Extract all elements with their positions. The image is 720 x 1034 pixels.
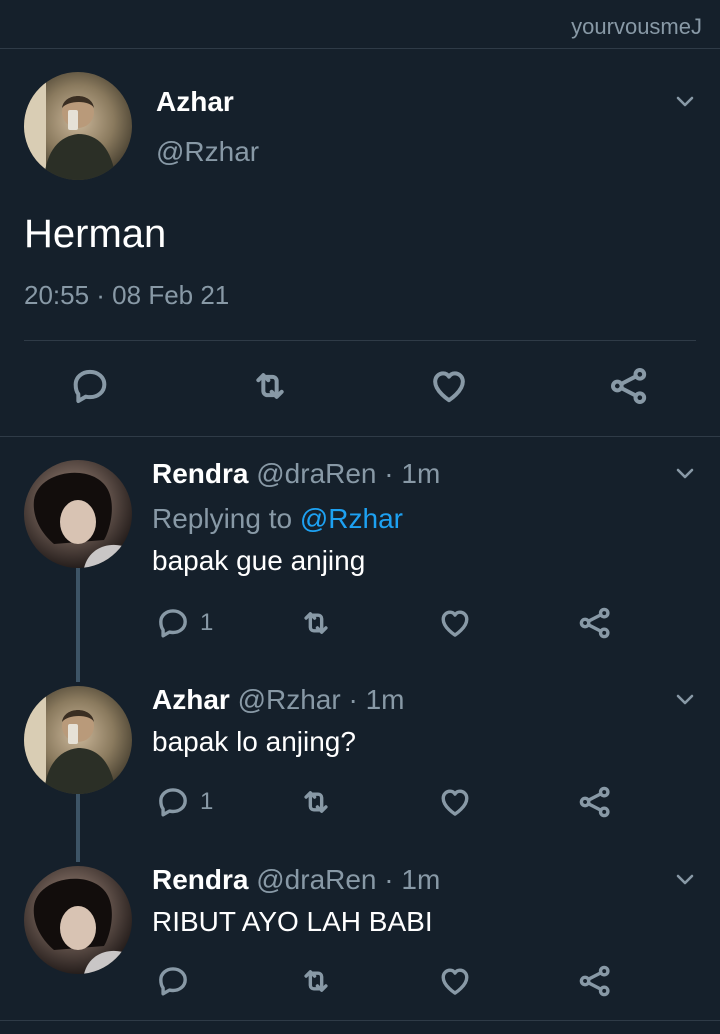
chevron-down-icon[interactable] [672,686,698,712]
author-handle[interactable]: @Rzhar [156,136,259,168]
like-button[interactable] [438,964,472,998]
heart-icon [438,964,472,998]
divider [24,340,696,341]
retweet-icon [248,366,292,406]
reply-button[interactable]: 1 [156,606,213,640]
reply-icon [156,606,190,640]
replying-label: Replying to [152,503,293,534]
thread-line [76,794,80,862]
top-bar: yourvousmeJ [0,0,720,49]
reply-button[interactable]: 1 [156,785,213,819]
reply-author-handle[interactable]: @draRen [256,864,376,895]
share-button[interactable] [578,606,612,640]
divider [0,1020,720,1021]
reply-button[interactable] [156,964,190,998]
retweet-button[interactable] [298,964,334,998]
reply-count: 1 [200,609,214,636]
reply-time: · 1m [348,684,405,715]
reply-author-name[interactable]: Rendra [152,458,248,489]
share-icon [608,366,650,406]
share-button[interactable] [578,785,612,819]
reply-author-handle[interactable]: @draRen [256,458,376,489]
divider [0,436,720,437]
chevron-down-icon[interactable] [672,866,698,892]
watermark-text: yourvousmeJ [571,14,702,39]
reply-header: Rendra @draRen · 1m [152,864,440,896]
reply-icon [156,785,190,819]
reply-time: · 1m [384,458,441,489]
share-icon [578,785,612,819]
reply-author-name[interactable]: Rendra [152,864,248,895]
retweet-icon [298,606,334,640]
retweet-button[interactable] [298,606,334,640]
heart-icon [438,785,472,819]
heart-icon [438,606,472,640]
chevron-down-icon[interactable] [672,460,698,486]
reply-button[interactable] [70,366,110,406]
like-button[interactable] [438,785,472,819]
reply-text: bapak lo anjing? [152,726,356,757]
share-icon [578,606,612,640]
like-button[interactable] [438,606,472,640]
reply-author-handle[interactable]: @Rzhar [238,684,341,715]
avatar[interactable] [24,866,132,974]
avatar[interactable] [24,460,132,568]
tweet-text: Herman [24,212,167,256]
reply-icon [156,964,190,998]
reply-text: RIBUT AYO LAH BABI [152,906,433,937]
avatar[interactable] [24,686,132,794]
tweet-timestamp[interactable]: 20:55 · 08 Feb 21 [24,280,229,311]
reply-count: 1 [200,788,214,815]
replying-to-link[interactable]: @Rzhar [300,503,403,534]
thread-line [76,568,80,682]
reply-icon [70,366,110,406]
reply-header: Azhar @Rzhar · 1m [152,684,404,716]
share-button[interactable] [578,964,612,998]
retweet-icon [298,964,334,998]
like-button[interactable] [428,366,470,406]
reply-header: Rendra @draRen · 1m [152,458,440,490]
retweet-button[interactable] [298,785,334,819]
avatar[interactable] [24,72,132,180]
reply-author-name[interactable]: Azhar [152,684,230,715]
reply-time: · 1m [384,864,441,895]
main-tweet-actions [0,360,720,416]
replying-to: Replying to @Rzhar [152,503,403,535]
share-button[interactable] [608,366,650,406]
share-icon [578,964,612,998]
reply-text: bapak gue anjing [152,545,366,576]
chevron-down-icon[interactable] [672,88,698,114]
heart-icon [428,366,470,406]
retweet-button[interactable] [248,366,292,406]
author-name[interactable]: Azhar [156,86,234,118]
retweet-icon [298,785,334,819]
